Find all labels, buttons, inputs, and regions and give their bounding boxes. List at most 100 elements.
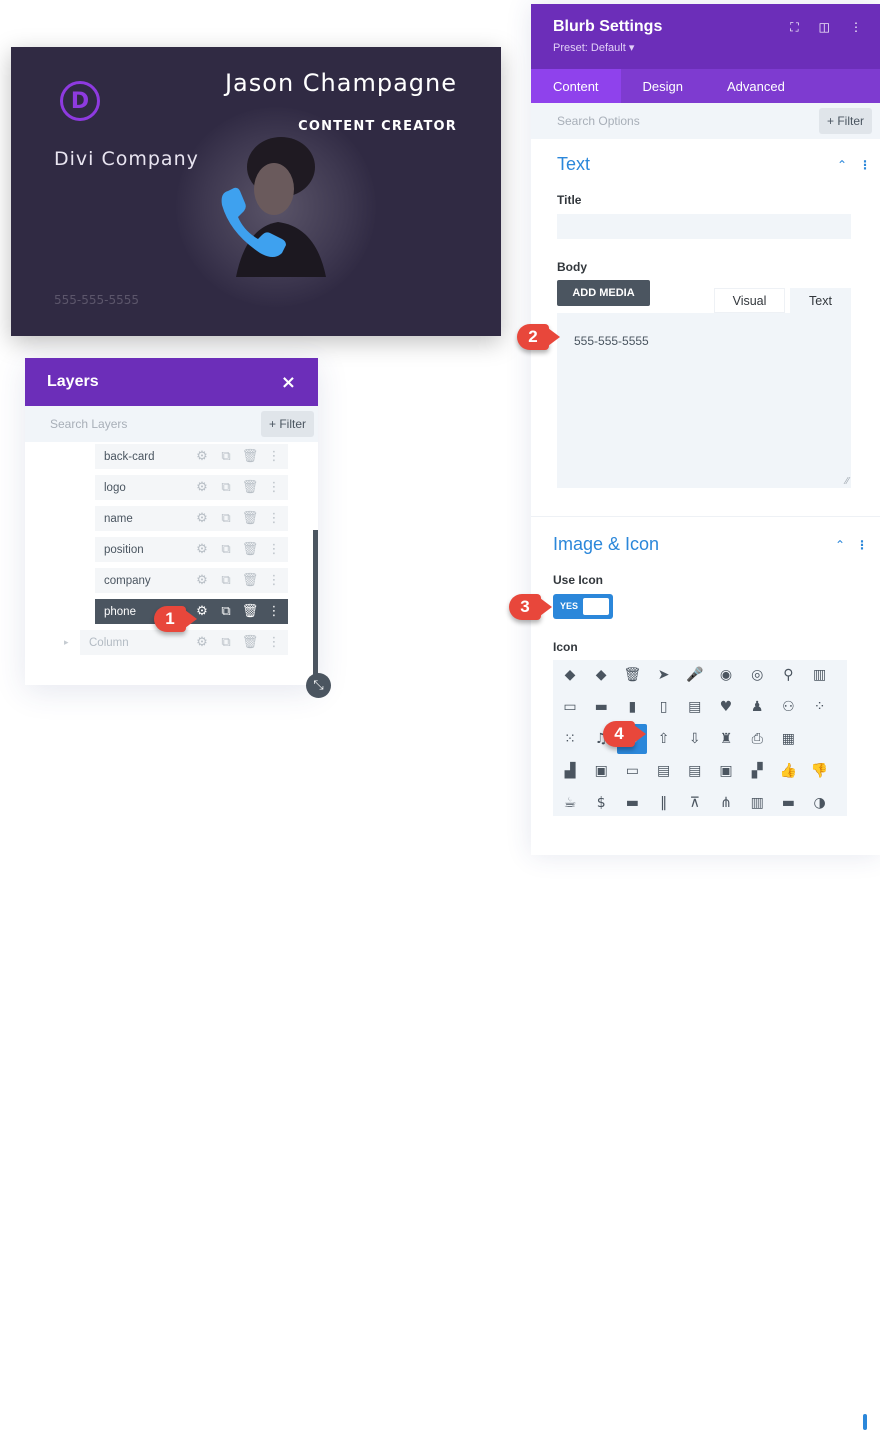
tab-design[interactable]: Design (621, 69, 705, 103)
tools-icon[interactable]: ‖ (649, 788, 679, 818)
tab-advanced[interactable]: Advanced (705, 69, 807, 103)
grid-4-icon[interactable]: ⁘ (805, 692, 835, 722)
gear-icon[interactable]: ⚙ (194, 480, 210, 496)
resize-icon[interactable]: ⤡ (306, 673, 331, 698)
text-section-title[interactable]: Text (557, 154, 590, 175)
add-media-button[interactable]: ADD MEDIA (557, 280, 650, 306)
collapse-icon[interactable]: ⌃ (837, 158, 847, 172)
title-input[interactable] (557, 214, 851, 239)
duplicate-icon[interactable]: ⧉ (218, 573, 234, 589)
tab-content[interactable]: Content (531, 69, 621, 103)
duplicate-icon[interactable]: ⧉ (218, 511, 234, 527)
coffee-icon[interactable]: ☕ (555, 788, 585, 818)
trash-icon[interactable]: 🗑 (242, 542, 259, 558)
search-layers-input[interactable]: Search Layers (50, 417, 127, 431)
calculator-icon[interactable]: ▦ (773, 724, 803, 754)
chess-rook-icon[interactable]: ♜ (711, 724, 741, 754)
layer-row-column[interactable]: ▸ Column ⚙ ⧉ 🗑 ⋮ (64, 630, 288, 655)
more-icon[interactable]: ⋮ (266, 511, 282, 527)
image-icon-section-title[interactable]: Image & Icon (553, 534, 659, 555)
trash-icon[interactable]: 🗑 (242, 604, 259, 620)
tags-icon[interactable]: ◆ (586, 660, 616, 690)
icon-grid-scrollbar[interactable] (863, 1414, 867, 1430)
tag-icon[interactable]: ◆ (555, 660, 585, 690)
books-icon[interactable]: ▥ (805, 660, 835, 690)
layers-scrollbar[interactable] (313, 530, 318, 680)
grid-9-icon[interactable]: ⁙ (555, 724, 585, 754)
trash-icon[interactable]: 🗑 (242, 511, 259, 527)
presentation-icon[interactable]: ⊼ (680, 788, 710, 818)
pie-chart-icon[interactable]: ◑ (805, 788, 835, 818)
editor-tab-text[interactable]: Text (790, 288, 851, 313)
microphone-icon[interactable]: 🎤 (680, 660, 710, 690)
duplicate-icon[interactable]: ⧉ (218, 449, 234, 465)
layer-row-back-card[interactable]: back-card ⚙ ⧉ 🗑 ⋮ (95, 444, 288, 469)
layer-row-name[interactable]: name ⚙ ⧉ 🗑 ⋮ (95, 506, 288, 531)
use-icon-toggle[interactable]: YES (553, 594, 613, 619)
collapse-icon[interactable]: ⌃ (835, 538, 845, 552)
duplicate-icon[interactable]: ⧉ (218, 480, 234, 496)
more-icon[interactable]: ⋮ (266, 573, 282, 589)
layers-filter-button[interactable]: + Filter (260, 411, 314, 437)
more-icon[interactable]: ⋮ (266, 449, 282, 465)
upload-icon[interactable]: ⇧ (649, 724, 679, 754)
more-icon[interactable]: ⋮ (266, 542, 282, 558)
thumbs-up-icon[interactable]: 👍 (773, 756, 803, 786)
document-search-icon[interactable]: ▤ (649, 756, 679, 786)
heart-icon[interactable]: ♥ (711, 692, 741, 722)
id-card-icon[interactable]: ▤ (680, 756, 710, 786)
layer-row-logo[interactable]: logo ⚙ ⧉ 🗑 ⋮ (95, 475, 288, 500)
map-pin-icon[interactable]: ◎ (742, 660, 772, 690)
split-view-icon[interactable]: ◫ (819, 20, 830, 35)
body-textarea[interactable]: 555-555-5555 ⁄⁄ (557, 313, 851, 488)
duplicate-icon[interactable]: ⧉ (218, 542, 234, 558)
dollar-icon[interactable]: $ (586, 788, 616, 818)
more-icon[interactable]: ⋮ (266, 480, 282, 496)
id-badge-icon[interactable]: ▣ (711, 756, 741, 786)
trash-icon[interactable]: 🗑 (242, 449, 259, 465)
compass-icon[interactable]: ◉ (711, 660, 741, 690)
book-icon[interactable]: ▮ (617, 692, 647, 722)
close-icon[interactable]: × (281, 372, 296, 393)
sitemap-icon[interactable]: ⋔ (711, 788, 741, 818)
toolbox-icon[interactable]: ▬ (586, 692, 616, 722)
trash-icon[interactable]: 🗑 (242, 573, 259, 589)
trash-icon[interactable]: 🗑 (242, 635, 259, 651)
printer-icon[interactable]: ⎙ (742, 724, 772, 754)
laptop-icon[interactable]: ▭ (617, 756, 647, 786)
more-icon[interactable]: ⋮ (266, 635, 282, 651)
trash-icon[interactable]: 🗑 (617, 660, 647, 690)
more-icon[interactable]: ⋮ (266, 604, 282, 620)
duplicate-icon[interactable]: ⧉ (218, 604, 234, 620)
download-icon[interactable]: ⇩ (680, 724, 710, 754)
fullscreen-icon[interactable]: ⛶ (790, 20, 798, 35)
expand-caret-icon[interactable]: ▸ (64, 637, 69, 648)
thumbs-down-icon[interactable]: 👎 (805, 756, 835, 786)
section-menu-icon[interactable]: ⋮ (856, 538, 868, 552)
archive-icon[interactable]: ▤ (680, 692, 710, 722)
gear-icon[interactable]: ⚙ (194, 542, 210, 558)
gear-icon[interactable]: ⚙ (194, 449, 210, 465)
resize-grip-icon[interactable]: ⁄⁄ (846, 476, 849, 487)
inbox-icon[interactable]: ▭ (555, 692, 585, 722)
bar-chart-icon[interactable]: ▥ (742, 788, 772, 818)
more-options-icon[interactable]: ⋮ (850, 20, 862, 35)
duplicate-icon[interactable]: ⧉ (218, 635, 234, 651)
cursor-icon[interactable]: ➤ (649, 660, 679, 690)
trash-icon[interactable]: 🗑 (242, 480, 259, 496)
address-book-icon[interactable]: ▯ (649, 692, 679, 722)
gear-icon[interactable]: ⚙ (194, 511, 210, 527)
save-icon[interactable]: ▣ (586, 756, 616, 786)
puzzle-icon[interactable]: ▞ (742, 756, 772, 786)
options-filter-button[interactable]: + Filter (818, 108, 872, 134)
user-icon[interactable]: ♟ (742, 692, 772, 722)
layer-row-company[interactable]: company ⚙ ⧉ 🗑 ⋮ (95, 568, 288, 593)
users-icon[interactable]: ⚇ (773, 692, 803, 722)
pin-icon[interactable]: ⚲ (773, 660, 803, 690)
section-menu-icon[interactable]: ⋮ (859, 158, 871, 172)
gear-icon[interactable]: ⚙ (194, 635, 210, 651)
layer-row-position[interactable]: position ⚙ ⧉ 🗑 ⋮ (95, 537, 288, 562)
briefcase-icon[interactable]: ▬ (773, 788, 803, 818)
wallet-icon[interactable]: ▬ (617, 788, 647, 818)
gear-icon[interactable]: ⚙ (194, 573, 210, 589)
